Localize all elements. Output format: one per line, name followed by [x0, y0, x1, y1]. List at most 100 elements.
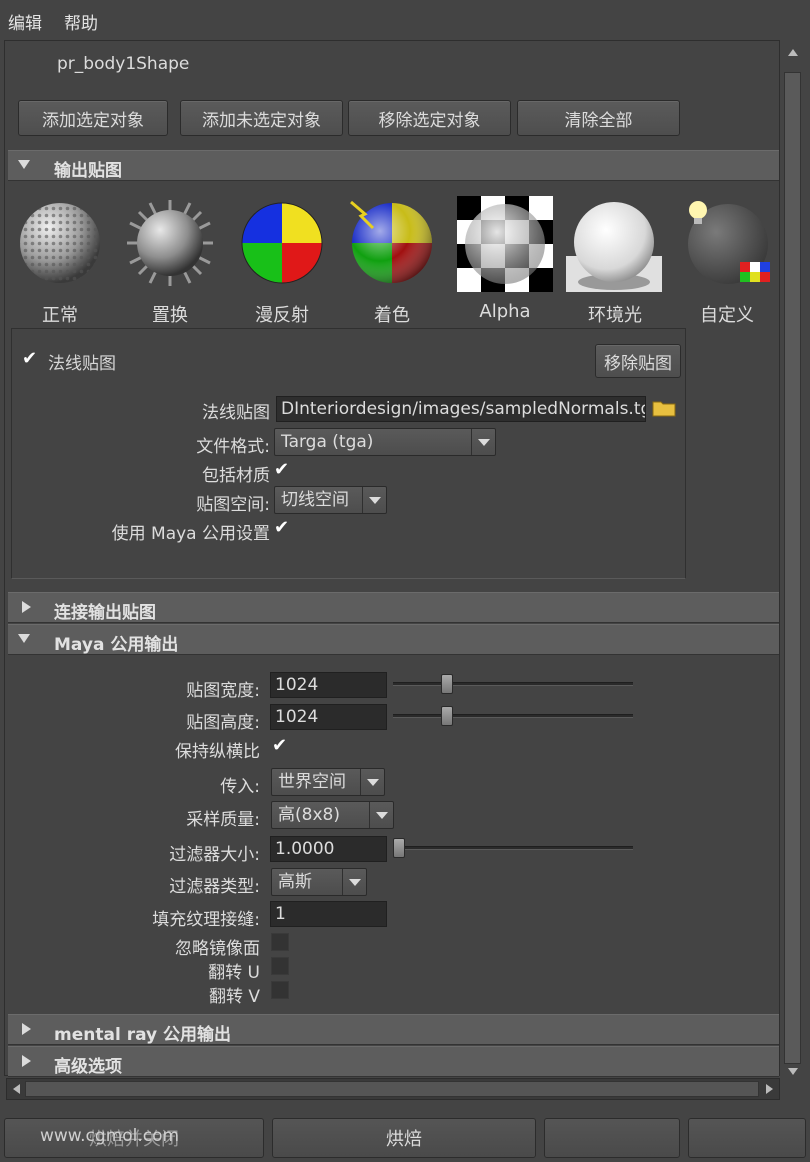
- flip-v-checkbox[interactable]: [271, 981, 289, 999]
- format-label: 文件格式:: [196, 437, 270, 457]
- height-slider-thumb[interactable]: [440, 706, 453, 726]
- keep-aspect-label: 保持纵横比: [175, 742, 260, 762]
- map-label-shaded: 着色: [374, 305, 410, 326]
- horizontal-scrollbar[interactable]: [6, 1078, 780, 1100]
- file-label: 法线贴图: [202, 403, 270, 423]
- chevron-down-icon: [342, 869, 366, 895]
- diffuse-sphere-icon[interactable]: [237, 198, 327, 288]
- flip-u-checkbox[interactable]: [271, 957, 289, 975]
- normal-sphere-icon[interactable]: [15, 198, 105, 288]
- filter-type-value: 高斯: [278, 872, 312, 892]
- filter-size-field[interactable]: 1.0000: [270, 836, 387, 862]
- width-slider-thumb[interactable]: [440, 674, 453, 694]
- folder-icon[interactable]: [652, 399, 676, 417]
- fill-seams-label: 填充纹理接缝:: [152, 910, 260, 930]
- scroll-right-icon[interactable]: [763, 1083, 775, 1095]
- section-title: 连接输出贴图: [54, 603, 156, 623]
- bottom-button-3[interactable]: [544, 1118, 680, 1158]
- width-field[interactable]: 1024: [270, 672, 387, 698]
- map-label-displacement: 置换: [152, 305, 188, 326]
- bake-button[interactable]: 烘焙: [272, 1118, 536, 1158]
- displacement-sphere-icon[interactable]: [125, 198, 215, 288]
- width-label: 贴图宽度:: [186, 681, 260, 701]
- normal-map-checkbox[interactable]: ✔: [22, 350, 40, 368]
- section-maya-common-output[interactable]: Maya 公用输出: [8, 624, 779, 655]
- filter-size-slider-thumb[interactable]: [393, 838, 405, 858]
- section-mental-ray-output[interactable]: mental ray 公用输出: [8, 1014, 779, 1045]
- map-space-label: 贴图空间:: [196, 495, 270, 515]
- normal-map-checkbox-label: 法线贴图: [48, 354, 116, 374]
- filter-type-dropdown[interactable]: 高斯: [271, 868, 367, 896]
- transfer-in-value: 世界空间: [278, 772, 346, 792]
- format-dropdown[interactable]: Targa (tga): [274, 428, 496, 456]
- transfer-in-label: 传入:: [220, 777, 260, 797]
- shaded-sphere-icon[interactable]: [347, 198, 437, 288]
- shape-name: pr_body1Shape: [57, 54, 190, 74]
- height-field[interactable]: 1024: [270, 704, 387, 730]
- sampling-label: 采样质量:: [186, 810, 260, 830]
- custom-sphere-icon[interactable]: [680, 196, 780, 292]
- section-title: Maya 公用输出: [54, 635, 179, 655]
- clear-all-button[interactable]: 清除全部: [517, 100, 680, 136]
- keep-aspect-checkbox[interactable]: ✔: [272, 737, 290, 755]
- menu-help[interactable]: 帮助: [64, 9, 98, 34]
- height-label: 贴图高度:: [186, 713, 260, 733]
- sampling-value: 高(8x8): [278, 805, 340, 825]
- section-title: 高级选项: [54, 1057, 122, 1077]
- map-label-normal: 正常: [42, 305, 78, 326]
- use-maya-checkbox[interactable]: ✔: [274, 519, 292, 537]
- scroll-down-icon[interactable]: [786, 1066, 800, 1076]
- sampling-dropdown[interactable]: 高(8x8): [271, 801, 394, 829]
- section-output-maps[interactable]: 输出贴图: [8, 150, 779, 181]
- include-material-checkbox[interactable]: ✔: [274, 461, 292, 479]
- transfer-in-dropdown[interactable]: 世界空间: [271, 768, 385, 796]
- menu-bar: 编辑 帮助: [0, 0, 810, 40]
- remove-selected-button[interactable]: 移除选定对象: [348, 100, 511, 136]
- vertical-scroll-thumb[interactable]: [784, 72, 801, 1064]
- filter-size-slider[interactable]: [393, 846, 633, 850]
- width-slider[interactable]: [393, 682, 633, 686]
- watermark-text: www.cgmol.com: [40, 1126, 180, 1146]
- chevron-down-icon: [360, 769, 384, 795]
- remove-map-button[interactable]: 移除贴图: [595, 344, 681, 378]
- section-title: mental ray 公用输出: [54, 1025, 232, 1045]
- file-path-field[interactable]: DInteriordesign/images/sampledNormals.tg…: [276, 396, 646, 422]
- map-label-diffuse: 漫反射: [255, 305, 309, 326]
- ignore-mirror-checkbox[interactable]: [271, 933, 289, 951]
- add-unselected-button[interactable]: 添加未选定对象: [180, 100, 343, 136]
- map-label-ambient: 环境光: [588, 305, 642, 326]
- add-selected-button[interactable]: 添加选定对象: [18, 100, 168, 136]
- ignore-mirror-label: 忽略镜像面: [175, 939, 260, 959]
- expand-triangle-icon: [22, 1023, 31, 1035]
- ambient-occlusion-sphere-icon[interactable]: [566, 196, 662, 292]
- map-space-value: 切线空间: [281, 490, 349, 510]
- scroll-left-icon[interactable]: [11, 1083, 23, 1095]
- expand-triangle-icon: [22, 1055, 31, 1067]
- expand-triangle-icon: [22, 601, 31, 613]
- use-maya-label: 使用 Maya 公用设置: [111, 524, 270, 544]
- map-space-dropdown[interactable]: 切线空间: [274, 486, 387, 514]
- chevron-down-icon: [369, 802, 393, 828]
- collapse-triangle-icon: [18, 160, 30, 169]
- scroll-up-icon[interactable]: [786, 46, 800, 60]
- height-slider[interactable]: [393, 714, 633, 718]
- horizontal-scroll-thumb[interactable]: [25, 1081, 759, 1097]
- flip-v-label: 翻转 V: [208, 987, 260, 1007]
- fill-seams-field[interactable]: 1: [270, 901, 387, 927]
- map-label-alpha: Alpha: [479, 301, 531, 322]
- bottom-button-4[interactable]: [688, 1118, 806, 1158]
- map-label-custom: 自定义: [700, 305, 754, 326]
- flip-u-label: 翻转 U: [208, 963, 260, 983]
- chevron-down-icon: [362, 487, 386, 513]
- filter-size-label: 过滤器大小:: [169, 845, 260, 865]
- vertical-scrollbar[interactable]: [780, 40, 806, 1078]
- format-value: Targa (tga): [281, 432, 374, 452]
- section-connect-output-maps[interactable]: 连接输出贴图: [8, 592, 779, 623]
- section-advanced-options[interactable]: 高级选项: [8, 1046, 779, 1077]
- chevron-down-icon: [471, 429, 495, 455]
- include-material-label: 包括材质: [202, 466, 270, 486]
- alpha-sphere-icon[interactable]: [457, 196, 553, 292]
- filter-type-label: 过滤器类型:: [169, 877, 260, 897]
- collapse-triangle-icon: [18, 634, 30, 643]
- menu-edit[interactable]: 编辑: [8, 9, 42, 34]
